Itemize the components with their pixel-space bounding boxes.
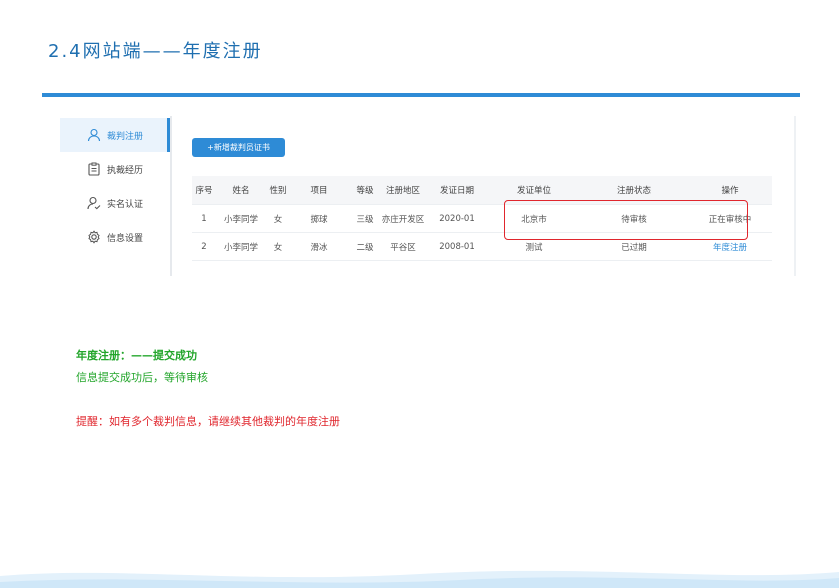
table-row: 2 小李同学 女 滑冰 二级 平谷区 2008-01 测试 已过期 年度注册 [192,233,772,261]
sidebar: 裁判注册 执裁经历 实名认证 信息设置 [60,116,172,278]
column-header: 发证日期 [439,186,474,196]
table-row: 1 小李同学 女 掷球 三级 亦庄开发区 2020-01 北京市 待审核 正在审… [192,205,772,233]
region-cell: 亦庄开发区 [381,214,425,225]
action-cell: 正在审核中 [708,214,752,225]
issue-date-cell: 2008-01 [439,241,475,252]
column-header: 注册状态 [616,186,651,196]
note-title: 年度注册：——提交成功 [76,349,197,362]
column-header: 注册地区 [385,186,420,196]
add-referee-certificate-button[interactable]: +新增裁判员证书 [192,138,285,157]
column-header: 项目 [310,186,328,196]
clipboard-icon [87,162,101,176]
issuer-cell: 北京市 [521,214,547,225]
annual-registration-link[interactable]: 年度注册 [688,233,772,260]
sidebar-item-referee-registration[interactable]: 裁判注册 [60,118,170,152]
row-index: 1 [201,213,207,224]
sport-cell: 滑冰 [310,242,328,253]
sidebar-item-label: 实名认证 [107,199,144,210]
screenshot-panel: 裁判注册 执裁经历 实名认证 信息设置 +新增裁判员证书 序号 姓名 性别 项目… [60,116,796,278]
user-check-icon [87,196,101,210]
title-divider [42,93,800,97]
user-icon [87,128,101,142]
gear-icon [87,230,101,244]
row-index: 2 [201,241,207,252]
table-header-row: 序号 姓名 性别 项目 等级 注册地区 发证日期 发证单位 注册状态 操作 [192,176,772,205]
region-cell: 平谷区 [390,242,416,253]
sidebar-item-info-settings[interactable]: 信息设置 [60,220,170,254]
certificate-table: 序号 姓名 性别 项目 等级 注册地区 发证日期 发证单位 注册状态 操作 1 … [192,176,772,261]
sidebar-item-officiating-history[interactable]: 执裁经历 [60,152,170,186]
sport-cell: 掷球 [310,214,328,225]
sidebar-item-label: 执裁经历 [107,165,144,176]
column-header: 序号 [195,186,213,196]
sidebar-item-real-name-verification[interactable]: 实名认证 [60,186,170,220]
column-header: 操作 [721,186,739,196]
name-cell: 小李同学 [223,214,258,225]
name-cell: 小李同学 [223,242,258,253]
sidebar-item-label: 裁判注册 [107,131,144,142]
decorative-wave [0,570,839,588]
slide-title: 2.4网站端——年度注册 [48,41,263,62]
status-cell: 已过期 [621,242,647,253]
gender-cell: 女 [273,242,283,253]
gender-cell: 女 [273,214,283,225]
reminder-text: 提醒：如有多个裁判信息，请继续其他裁判的年度注册 [76,415,340,428]
column-header: 性别 [269,186,287,196]
sidebar-item-label: 信息设置 [107,233,144,244]
issue-date-cell: 2020-01 [439,213,475,224]
note-body: 信息提交成功后，等待审核 [76,371,208,384]
issuer-cell: 测试 [525,242,543,253]
panel-border [794,116,796,276]
sidebar-divider [170,116,172,276]
column-header: 姓名 [232,186,250,196]
column-header: 发证单位 [516,186,551,196]
status-cell: 待审核 [621,214,647,225]
